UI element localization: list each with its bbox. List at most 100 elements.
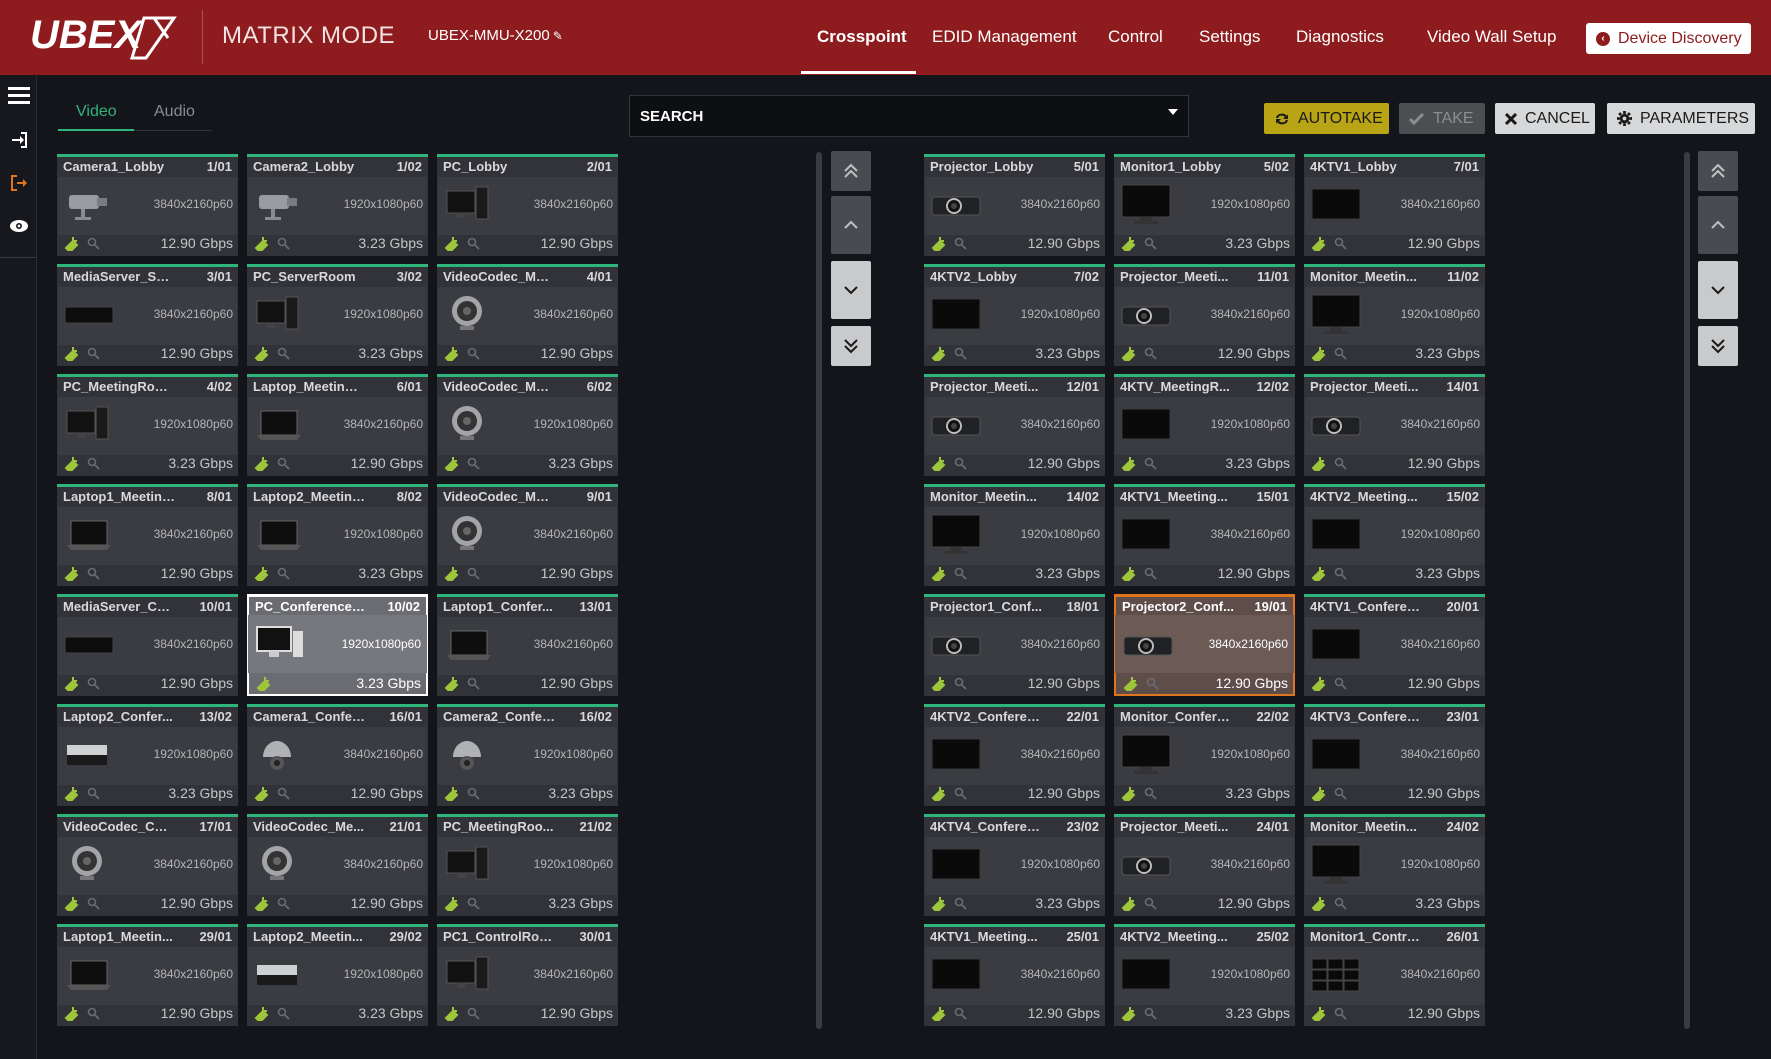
search-icon[interactable] [1144,1007,1158,1021]
input-tile[interactable]: PC_MeetingRoo... 21/02 1920x1080p60 3.23 Gb… [437,814,618,916]
input-scroll-top-button[interactable] [831,151,871,191]
output-scroll-bottom-button[interactable] [1698,326,1738,366]
input-tile[interactable]: MediaServer_Ser... 3/01 3840x2160p60 12.90 … [57,264,238,366]
search-icon[interactable] [1144,457,1158,471]
input-tile[interactable]: Camera1_Confer... 16/01 3840x2160p60 12.90 … [247,704,428,806]
eye-icon[interactable] [0,206,37,246]
search-icon[interactable] [1146,677,1160,691]
nav-edid-management[interactable]: EDID Management [932,27,1077,47]
edit-pencil-icon[interactable]: ✎ [553,29,563,43]
output-tile[interactable]: 4KTV1_Lobby 7/01 3840x2160p60 12.90 Gbps [1304,154,1485,256]
tab-video[interactable]: Video [76,103,117,121]
take-button[interactable]: TAKE [1399,103,1485,134]
output-tile[interactable]: 4KTV2_Meeting... 15/02 1920x1080p60 3.23 Gb… [1304,484,1485,586]
search-icon[interactable] [467,1007,481,1021]
search-icon[interactable] [277,237,291,251]
nav-diagnostics[interactable]: Diagnostics [1296,27,1384,47]
search-icon[interactable] [277,567,291,581]
search-icon[interactable] [954,1007,968,1021]
search-icon[interactable] [467,347,481,361]
cancel-button[interactable]: CANCEL [1495,103,1595,134]
output-tile[interactable]: Monitor_Meetin... 24/02 1920x1080p60 3.23 G… [1304,814,1485,916]
search-dropdown[interactable]: SEARCH [629,95,1189,137]
nav-crosspoint[interactable]: Crosspoint [817,27,907,47]
search-icon[interactable] [1334,347,1348,361]
output-tile[interactable]: 4KTV2_Meeting... 25/02 1920x1080p60 3.23 Gb… [1114,924,1295,1026]
input-tile[interactable]: PC1_ControlRoom 30/01 3840x2160p60 12.90 Gb… [437,924,618,1026]
input-tile[interactable]: Camera2_Lobby 1/02 1920x1080p60 3.23 Gbps [247,154,428,256]
search-icon[interactable] [87,677,101,691]
input-scroll-bottom-button[interactable] [831,326,871,366]
input-tile[interactable]: Camera2_Confer... 16/02 1920x1080p60 3.23 G… [437,704,618,806]
search-icon[interactable] [87,787,101,801]
input-tile[interactable]: MediaServer_Co... 10/01 3840x2160p60 12.90 … [57,594,238,696]
search-icon[interactable] [1334,237,1348,251]
search-icon[interactable] [87,457,101,471]
output-scroll-top-button[interactable] [1698,151,1738,191]
input-tile[interactable]: Camera1_Lobby 1/01 3840x2160p60 12.90 Gbps [57,154,238,256]
search-icon[interactable] [1334,787,1348,801]
search-icon[interactable] [1334,1007,1348,1021]
device-name[interactable]: UBEX-MMU-X200 ✎ [428,27,563,44]
search-icon[interactable] [1144,347,1158,361]
search-icon[interactable] [467,567,481,581]
output-tile[interactable]: Monitor_Meetin... 14/02 1920x1080p60 3.23 G… [924,484,1105,586]
search-icon[interactable] [277,787,291,801]
search-icon[interactable] [954,787,968,801]
input-tile[interactable]: VideoCodec_Meet... 9/01 3840x2160p60 12.90 … [437,484,618,586]
input-tile[interactable]: VideoCodec_Meet... 6/02 1920x1080p60 3.23 G… [437,374,618,476]
output-tile[interactable]: Monitor1_Contro... 26/01 3840x2160p60 12.90… [1304,924,1485,1026]
search-icon[interactable] [467,897,481,911]
search-icon[interactable] [1144,897,1158,911]
nav-settings[interactable]: Settings [1199,27,1260,47]
search-icon[interactable] [954,677,968,691]
device-discovery-button[interactable]: ‹ Device Discovery [1586,23,1751,54]
output-tile[interactable]: Projector1_Conf... 18/01 3840x2160p60 12.90… [924,594,1105,696]
tab-audio[interactable]: Audio [154,103,195,121]
output-tile[interactable]: 4KTV_MeetingR... 12/02 1920x1080p60 3.23 Gb… [1114,374,1295,476]
output-tile[interactable]: 4KTV1_Conferen... 20/01 3840x2160p60 12.90 … [1304,594,1485,696]
search-icon[interactable] [277,1007,291,1021]
output-tile[interactable]: 4KTV3_Conferen... 23/01 3840x2160p60 12.90 … [1304,704,1485,806]
search-icon[interactable] [954,347,968,361]
input-scroll-down-button[interactable] [831,261,871,319]
nav-control[interactable]: Control [1108,27,1163,47]
search-icon[interactable] [954,897,968,911]
output-scroll-up-button[interactable] [1698,196,1738,254]
search-icon[interactable] [1334,897,1348,911]
input-tile[interactable]: PC_Lobby 2/01 3840x2160p60 12.90 Gbps [437,154,618,256]
output-tile[interactable]: Projector_Meeti... 14/01 3840x2160p60 12.90… [1304,374,1485,476]
input-scrollbar[interactable] [816,152,822,1029]
output-tile[interactable]: 4KTV1_Meeting... 25/01 3840x2160p60 12.90 G… [924,924,1105,1026]
input-tile[interactable]: Laptop1_Meetin... 29/01 3840x2160p60 12.90 … [57,924,238,1026]
search-icon[interactable] [277,347,291,361]
search-icon[interactable] [87,897,101,911]
input-tile[interactable]: Laptop1_Confer... 13/01 3840x2160p60 12.90 … [437,594,618,696]
output-tile[interactable]: Monitor_Confere... 22/02 1920x1080p60 3.23 … [1114,704,1295,806]
output-tile[interactable]: 4KTV2_Conferen... 22/01 3840x2160p60 12.90 … [924,704,1105,806]
output-tile[interactable]: Monitor1_Lobby 5/02 1920x1080p60 3.23 Gbps [1114,154,1295,256]
search-icon[interactable] [954,457,968,471]
search-icon[interactable] [1144,237,1158,251]
output-tile[interactable]: 4KTV2_Lobby 7/02 1920x1080p60 3.23 Gbps [924,264,1105,366]
input-tile[interactable]: Laptop2_Meetin... 29/02 1920x1080p60 3.23 G… [247,924,428,1026]
output-tile[interactable]: Projector_Meeti... 12/01 3840x2160p60 12.90… [924,374,1105,476]
output-tile[interactable]: Projector_Meeti... 24/01 3840x2160p60 12.90… [1114,814,1295,916]
input-tile[interactable]: Laptop2_Confer... 13/02 1920x1080p60 3.23 G… [57,704,238,806]
autotake-button[interactable]: AUTOTAKE [1264,103,1389,134]
nav-video-wall-setup[interactable]: Video Wall Setup [1427,27,1556,47]
input-tile[interactable]: PC_ServerRoom 3/02 1920x1080p60 3.23 Gbps [247,264,428,366]
output-scroll-down-button[interactable] [1698,261,1738,319]
input-tile[interactable]: Laptop_MeetingR... 6/01 3840x2160p60 12.90 … [247,374,428,476]
parameters-button[interactable]: PARAMETERS [1607,103,1755,134]
menu-icon[interactable] [0,75,37,115]
output-tile[interactable]: Projector2_Conf... 19/01 3840x2160p60 12.90… [1114,594,1295,696]
output-scrollbar[interactable] [1684,152,1690,1029]
login-icon[interactable] [0,120,37,160]
logout-icon[interactable] [0,163,37,203]
input-scroll-up-button[interactable] [831,196,871,254]
search-icon[interactable] [467,677,481,691]
output-tile[interactable]: 4KTV4_Conferen... 23/02 1920x1080p60 3.23 G… [924,814,1105,916]
search-icon[interactable] [277,897,291,911]
search-icon[interactable] [87,567,101,581]
